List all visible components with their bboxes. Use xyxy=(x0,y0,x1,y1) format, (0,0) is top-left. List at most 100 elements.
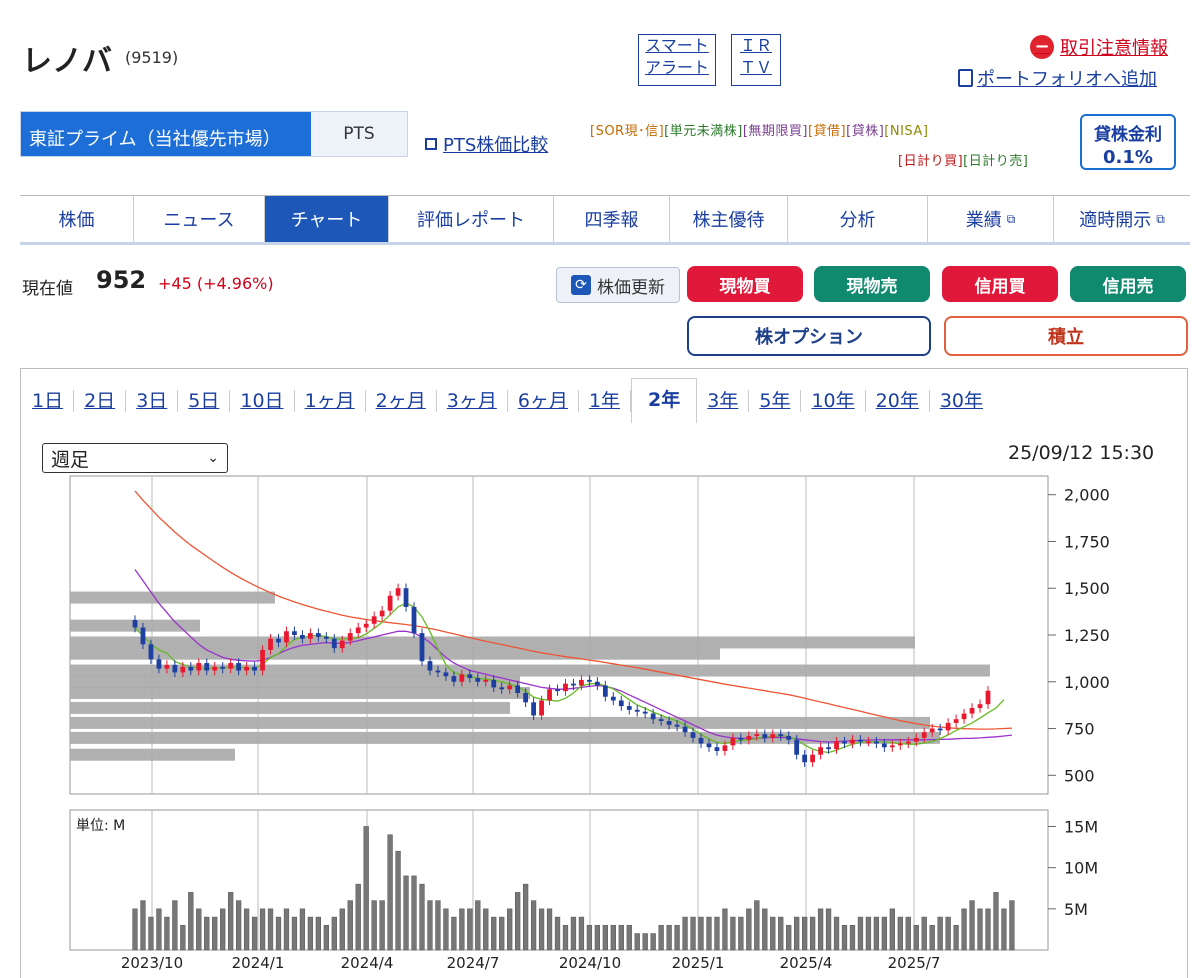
trade-warning-link[interactable]: − 取引注意情報 xyxy=(1030,34,1168,60)
tab-report[interactable]: 評価レポート xyxy=(389,196,554,242)
candle-body xyxy=(698,737,704,744)
volume-bar xyxy=(690,916,696,951)
candle-body xyxy=(531,702,536,716)
candle-body xyxy=(419,633,425,662)
margin-sell-button[interactable]: 信用売 xyxy=(1070,266,1186,302)
candle-body xyxy=(874,741,879,744)
x-tick-label: 2024/7 xyxy=(447,954,500,972)
candle-body xyxy=(323,636,329,639)
period-10d[interactable]: 10日 xyxy=(230,390,295,412)
tab-yutai[interactable]: 株主優待 xyxy=(670,196,788,242)
candle-body xyxy=(395,588,401,596)
loan-rate-value: 0.1% xyxy=(1103,147,1153,168)
volume-bar xyxy=(339,908,345,951)
margin-buy-button[interactable]: 信用買 xyxy=(942,266,1058,302)
period-2d[interactable]: 2日 xyxy=(74,390,127,412)
irtv-button[interactable]: ＩＲ ＴＶ xyxy=(731,34,781,86)
x-tick-label: 2025/4 xyxy=(780,954,833,972)
smart-alert-button[interactable]: スマート アラート xyxy=(638,34,716,86)
period-1y[interactable]: 1年 xyxy=(579,390,632,412)
volume-unit-label: 単位: M xyxy=(76,818,125,834)
tag-sor: [SOR現･信] xyxy=(590,124,665,139)
interval-select-value: 週足 xyxy=(51,448,90,471)
cash-buy-button[interactable]: 現物買 xyxy=(687,266,803,302)
period-3d[interactable]: 3日 xyxy=(126,390,179,412)
period-30y[interactable]: 30年 xyxy=(930,390,993,412)
volume-bar xyxy=(403,875,409,951)
loan-rate-box[interactable]: 貸株金利 0.1% xyxy=(1080,114,1176,170)
volume-bar xyxy=(188,892,194,951)
candle-body xyxy=(499,687,505,690)
tab-kabuka[interactable]: 株価 xyxy=(20,196,134,242)
tab-news[interactable]: ニュース xyxy=(134,196,265,242)
tab-label: 四季報 xyxy=(584,210,639,231)
volume-bar xyxy=(307,916,314,951)
volume-bar xyxy=(180,925,186,951)
volume-bar xyxy=(913,925,919,951)
volume-bar xyxy=(379,900,385,951)
volume-bar xyxy=(770,916,776,951)
volume-bar xyxy=(762,908,768,951)
candle-body xyxy=(411,606,417,634)
tab-shikiho[interactable]: 四季報 xyxy=(554,196,670,242)
volume-bar xyxy=(522,883,529,951)
volume-bar xyxy=(610,925,616,951)
period-3y[interactable]: 3年 xyxy=(697,390,750,412)
tag-daytrade-sell: [日計り売] xyxy=(963,154,1029,169)
volume-bar xyxy=(730,916,736,951)
candle-body xyxy=(403,588,409,607)
y-tick-label: 1,250 xyxy=(1064,626,1110,645)
tab-chart[interactable]: チャート xyxy=(265,196,389,242)
volume-bar xyxy=(993,892,999,951)
candle-body xyxy=(714,747,720,751)
candle-body xyxy=(156,659,162,669)
tab-gyoseki[interactable]: 業績 ⧉ xyxy=(928,196,1054,242)
market-pts-tab[interactable]: PTS xyxy=(311,112,407,156)
tsumitate-button[interactable]: 積立 xyxy=(944,316,1188,356)
candle-body xyxy=(451,676,457,682)
candle-body xyxy=(913,737,919,742)
candle-body xyxy=(507,685,513,690)
volume-bar xyxy=(347,900,353,951)
volume-bar xyxy=(172,900,178,951)
interval-select[interactable]: 週足 ⌄ xyxy=(42,443,228,473)
period-6m[interactable]: 6ヶ月 xyxy=(508,390,579,412)
tag-taishaku: [貸借] xyxy=(807,124,847,139)
period-1m[interactable]: 1ヶ月 xyxy=(295,390,366,412)
candle-body xyxy=(834,741,839,750)
candle-body xyxy=(236,663,242,671)
add-portfolio-link[interactable]: ポートフォリオへ追加 xyxy=(958,65,1157,91)
volume-bar xyxy=(283,908,290,951)
period-1d[interactable]: 1日 xyxy=(22,390,75,412)
volume-bar xyxy=(562,925,569,951)
tag-odd-lot: [単元未満株] xyxy=(664,124,743,139)
volume-bar xyxy=(331,916,337,951)
cash-sell-button[interactable]: 現物売 xyxy=(814,266,930,302)
period-5y[interactable]: 5年 xyxy=(749,390,802,412)
candle-body xyxy=(985,690,991,705)
candle-body xyxy=(180,666,186,673)
tab-analysis[interactable]: 分析 xyxy=(788,196,928,242)
period-20y[interactable]: 20年 xyxy=(866,390,930,412)
refresh-price-button[interactable]: ⟳ 株価更新 xyxy=(556,267,680,303)
volume-bar xyxy=(786,925,792,951)
period-3m[interactable]: 3ヶ月 xyxy=(437,390,508,412)
x-tick-label: 2024/4 xyxy=(341,954,394,972)
pts-compare-link[interactable]: PTS株価比較 xyxy=(425,131,548,157)
tag-daytrade-buy: [日計り買] xyxy=(898,154,964,169)
y-tick-label: 1,750 xyxy=(1064,532,1110,551)
volume-bar xyxy=(977,908,983,951)
candle-body xyxy=(172,664,178,673)
candle-body xyxy=(276,638,281,643)
period-2m[interactable]: 2ヶ月 xyxy=(366,390,437,412)
candle-body xyxy=(953,719,959,723)
refresh-icon: ⟳ xyxy=(571,275,591,295)
candle-body xyxy=(866,741,871,744)
candle-body xyxy=(371,616,377,624)
period-5d[interactable]: 5日 xyxy=(178,390,231,412)
tab-tekiji[interactable]: 適時開示 ⧉ xyxy=(1054,196,1190,242)
market-prime-tab[interactable]: 東証プライム（当社優先市場） xyxy=(21,112,311,156)
stock-option-button[interactable]: 株オプション xyxy=(687,316,931,356)
period-2y[interactable]: 2年 xyxy=(631,377,698,423)
period-10y[interactable]: 10年 xyxy=(801,390,866,412)
